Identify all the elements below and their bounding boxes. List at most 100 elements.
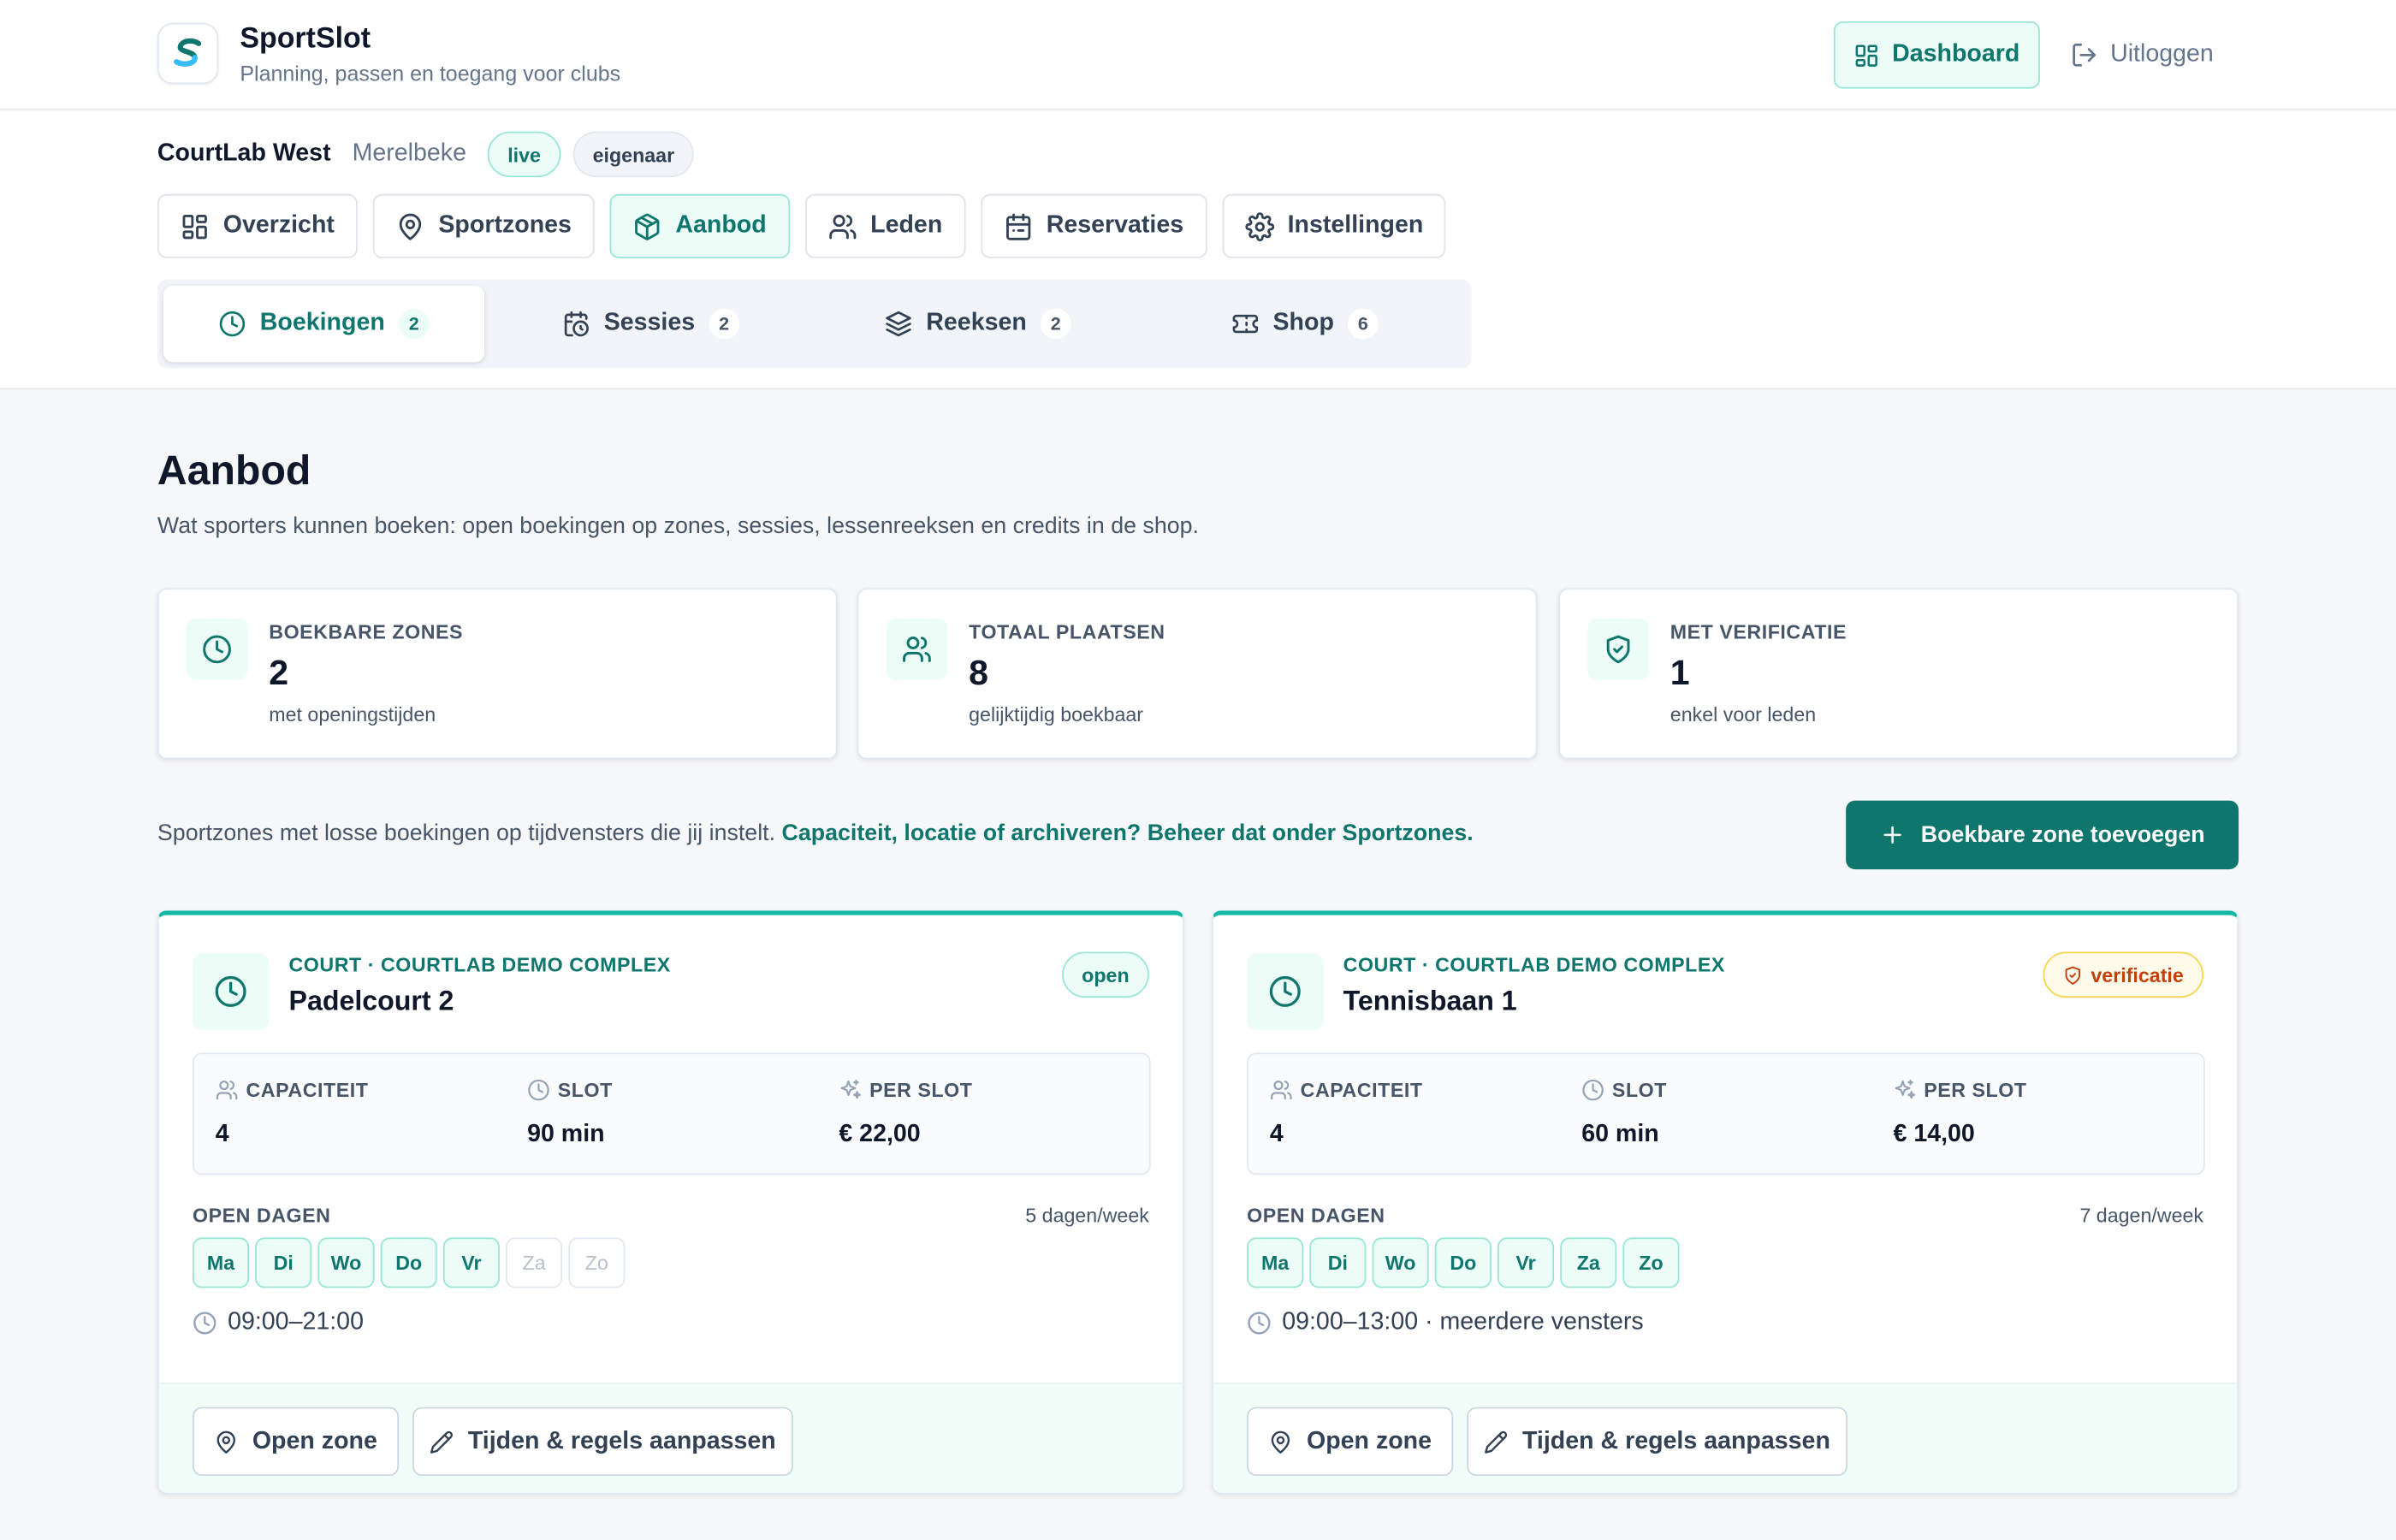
zone-type-location: COURT · COURTLAB DEMO COMPLEX	[288, 953, 671, 977]
metric-label: SLOT	[527, 1078, 613, 1102]
role-badge: eigenaar	[572, 131, 695, 178]
day-chip: Za	[506, 1237, 563, 1288]
metric-value: 90 min	[527, 1121, 605, 1148]
map-pin-icon	[1271, 1430, 1290, 1453]
stat-subtext: enkel voor leden	[1669, 702, 1817, 726]
calendar-icon	[1005, 212, 1030, 240]
tab-aanbod[interactable]: Aanbod	[609, 193, 790, 258]
stat-card-verification: MET VERIFICATIE 1 enkel voor leden	[1558, 588, 2239, 760]
tab-label: Reservaties	[1046, 212, 1184, 239]
open-days: Ma Di Wo Do Vr Za Zo	[192, 1237, 626, 1288]
edit-times-rules-button[interactable]: Tijden & regels aanpassen	[1467, 1407, 1847, 1476]
tab-reservaties[interactable]: Reservaties	[980, 193, 1207, 258]
map-pin-icon	[216, 1430, 236, 1453]
stat-card-zones: BOEKBARE ZONES 2 met openingstijden	[157, 588, 838, 760]
users-icon	[216, 1080, 238, 1100]
open-zone-button[interactable]: Open zone	[192, 1407, 400, 1476]
stat-icon	[1587, 619, 1649, 680]
subtab-sessies[interactable]: Sessies 2	[490, 286, 811, 362]
metric-label-text: PER SLOT	[869, 1078, 973, 1102]
stat-value: 1	[1669, 652, 1690, 692]
package-icon	[635, 212, 660, 240]
open-zone-label: Open zone	[252, 1427, 377, 1454]
logout-button[interactable]: Uitloggen	[2071, 21, 2214, 89]
tab-leden[interactable]: Leden	[804, 193, 966, 258]
hours-text: 09:00–21:00	[228, 1309, 364, 1336]
metric-value: € 14,00	[1893, 1121, 1975, 1148]
layers-icon	[886, 311, 911, 337]
club-info: CourtLab West Merelbeke live eigenaar	[157, 131, 695, 178]
day-chip: Wo	[317, 1237, 375, 1288]
day-chip: Zo	[1622, 1237, 1680, 1288]
logout-label: Uitloggen	[2110, 41, 2214, 68]
club-city: Merelbeke	[352, 140, 466, 167]
pencil-icon	[430, 1430, 454, 1453]
subtab-boekingen[interactable]: Boekingen 2	[163, 285, 485, 363]
plus-icon	[1883, 826, 1901, 844]
brand-tagline: Planning, passen en toegang voor clubs	[240, 61, 621, 86]
open-days-label: OPEN DAGEN	[192, 1204, 331, 1227]
badge-label: open	[1082, 962, 1130, 986]
open-days: Ma Di Wo Do Vr Za Zo	[1247, 1237, 1680, 1288]
day-chip: Ma	[1247, 1237, 1304, 1288]
hours-text: 09:00–13:00 · meerdere vensters	[1282, 1309, 1644, 1336]
page-description: Wat sporters kunnen boeken: open boeking…	[157, 512, 1199, 540]
clock-icon	[203, 635, 231, 664]
tab-label: Sportzones	[438, 212, 572, 239]
zone-name: Tennisbaan 1	[1343, 985, 1517, 1016]
metric-value: 4	[215, 1121, 229, 1148]
tab-label: Aanbod	[675, 212, 767, 239]
zone-icon	[192, 953, 270, 1030]
metric-label-text: SLOT	[557, 1078, 613, 1102]
clock-icon	[219, 311, 246, 337]
day-chip: Vr	[1497, 1237, 1555, 1288]
intro-text: Sportzones met losse boekingen op tijdve…	[157, 820, 776, 847]
club-header: CourtLab West Merelbeke live eigenaar Ov…	[0, 111, 2396, 390]
opening-hours: 09:00–21:00	[193, 1309, 364, 1336]
edit-times-rules-button[interactable]: Tijden & regels aanpassen	[412, 1407, 793, 1476]
add-bookable-zone-button[interactable]: Boekbare zone toevoegen	[1846, 800, 2239, 870]
metric-label-text: PER SLOT	[1924, 1078, 2027, 1102]
tab-overzicht[interactable]: Overzicht	[157, 193, 358, 258]
sparkles-icon	[1895, 1079, 1916, 1099]
dashboard-button[interactable]: Dashboard	[1833, 21, 2040, 89]
app-root: SportSlot Planning, passen en toegang vo…	[0, 0, 2396, 1540]
days-per-week: 7 dagen/week	[2079, 1204, 2203, 1227]
manage-sportzones-link[interactable]: Capaciteit, locatie of archiveren? Behee…	[782, 820, 1474, 846]
subtab-label: Sessies	[603, 310, 696, 336]
subtab-count: 6	[1347, 308, 1379, 340]
open-zone-button[interactable]: Open zone	[1247, 1407, 1454, 1476]
zones-intro: Sportzones met losse boekingen op tijdve…	[157, 820, 1474, 846]
tab-instellingen[interactable]: Instellingen	[1221, 193, 1447, 258]
metric-label: SLOT	[1581, 1079, 1667, 1101]
day-chip: Do	[1434, 1237, 1492, 1288]
dashboard-label: Dashboard	[1892, 41, 2020, 68]
tab-label: Instellingen	[1287, 212, 1424, 239]
zone-icon	[1247, 953, 1324, 1030]
badge-label: verificatie	[2091, 962, 2184, 986]
tab-sportzones[interactable]: Sportzones	[372, 193, 595, 258]
zone-name: Padelcourt 2	[288, 985, 454, 1016]
metric-label: PER SLOT	[839, 1078, 973, 1102]
logout-icon	[2073, 43, 2096, 67]
sparkles-icon	[840, 1079, 862, 1099]
edit-label: Tijden & regels aanpassen	[1521, 1427, 1830, 1454]
main-tabs: Overzicht Sportzones Aanbod Leden Reserv…	[157, 193, 1447, 258]
zone-card-footer: Open zone Tijden & regels aanpassen	[158, 1383, 1183, 1493]
brand: SportSlot Planning, passen en toegang vo…	[240, 23, 620, 86]
zone-card-tennisbaan-1: COURT · COURTLAB DEMO COMPLEX Tennisbaan…	[1212, 910, 2239, 1495]
day-chip: Do	[380, 1237, 437, 1288]
subtab-count: 2	[709, 308, 739, 340]
stat-subtext: gelijktijdig boekbaar	[969, 702, 1144, 726]
stat-card-places: TOTAAL PLAATSEN 8 gelijktijdig boekbaar	[857, 588, 1538, 760]
brand-name: SportSlot	[240, 22, 371, 56]
subtab-reeksen[interactable]: Reeksen 2	[817, 286, 1138, 362]
subtab-shop[interactable]: Shop 6	[1144, 286, 1465, 362]
sportslot-logo-icon	[174, 38, 202, 67]
app-logo[interactable]	[157, 22, 219, 85]
metric-label-text: CAPACITEIT	[1300, 1078, 1423, 1102]
tab-label: Overzicht	[222, 212, 335, 239]
stat-value: 2	[269, 652, 289, 692]
stat-icon	[186, 619, 248, 680]
day-chip: Ma	[192, 1237, 250, 1288]
